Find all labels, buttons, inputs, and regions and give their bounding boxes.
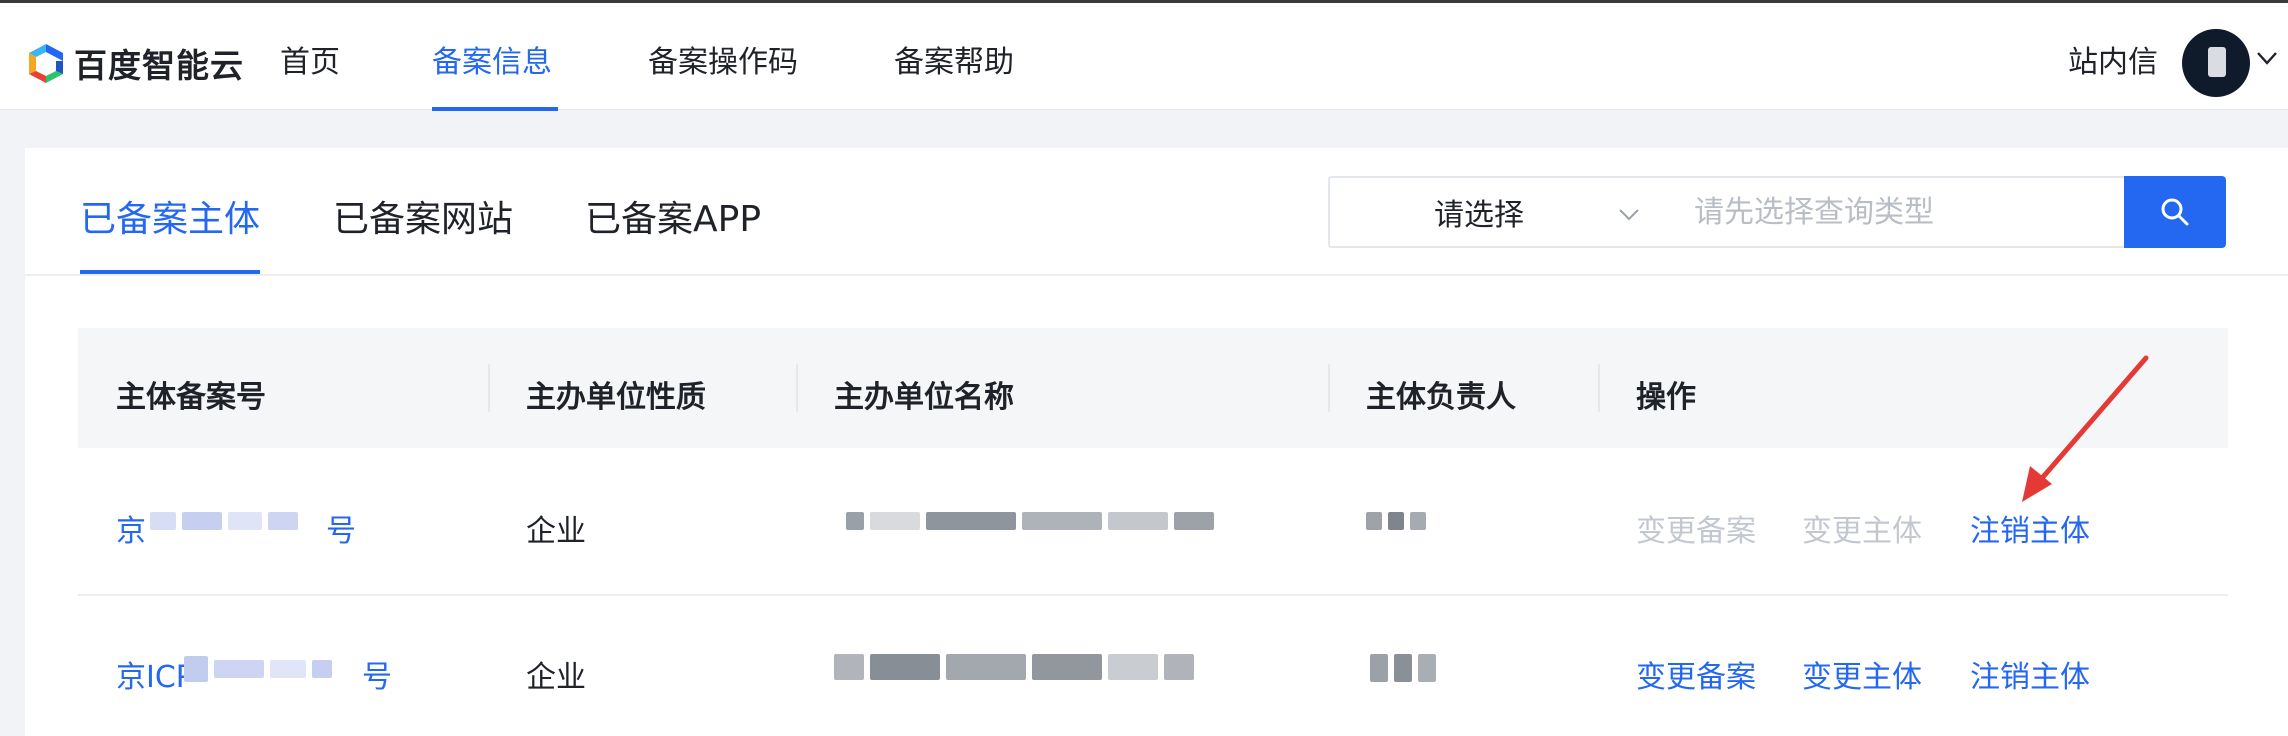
change-record-button[interactable]: 变更备案 [1636, 652, 1756, 696]
record-no-suffix[interactable]: 号 [362, 652, 392, 696]
cancel-subject-button[interactable]: 注销主体 [1970, 652, 2090, 696]
tab-registered-website[interactable]: 已备案网站 [333, 190, 513, 242]
column-separator [1598, 364, 1600, 412]
org-nature: 企业 [526, 660, 586, 695]
column-header-actions: 操作 [1636, 380, 1696, 415]
column-header-nature: 主办单位性质 [526, 380, 706, 415]
query-type-select[interactable]: 请选择 [1328, 176, 1670, 248]
user-avatar-icon[interactable] [2182, 29, 2250, 97]
change-subject-button: 变更主体 [1802, 514, 1922, 549]
record-no-prefix[interactable]: 京 [116, 506, 146, 550]
search-button[interactable] [2124, 176, 2226, 248]
nav-record-info[interactable]: 备案信息 [432, 37, 552, 81]
nav-record-help[interactable]: 备案帮助 [894, 37, 1014, 81]
record-no-prefix[interactable]: 京ICP [116, 652, 194, 696]
tab-registered-subject[interactable]: 已备案主体 [80, 190, 260, 242]
redacted-principal [1370, 654, 1436, 682]
column-separator [796, 364, 798, 412]
record-no-suffix[interactable]: 号 [326, 506, 356, 550]
baidu-cloud-logo-icon [29, 44, 63, 83]
messages-link[interactable]: 站内信 [2068, 37, 2158, 81]
search-icon [2161, 198, 2189, 226]
column-header-principal: 主体负责人 [1366, 380, 1516, 415]
nav-active-indicator [432, 107, 558, 111]
redacted-principal [1366, 512, 1426, 530]
column-separator [1328, 364, 1330, 412]
tab-registered-app[interactable]: 已备案APP [585, 190, 761, 242]
red-arrow-annotation-icon [2022, 355, 2149, 502]
redacted-org-name [834, 654, 1194, 680]
nav-record-code[interactable]: 备案操作码 [648, 37, 798, 81]
table-header [78, 328, 2228, 448]
chevron-down-icon[interactable] [2254, 45, 2280, 71]
redacted-record-no [150, 512, 298, 530]
tabs-divider [25, 274, 2288, 276]
column-header-org-name: 主办单位名称 [834, 380, 1014, 415]
query-type-select-value: 请选择 [1434, 198, 1524, 233]
change-subject-button[interactable]: 变更主体 [1802, 652, 1922, 696]
column-separator [488, 364, 490, 412]
redacted-record-no [184, 656, 332, 682]
row-divider [78, 594, 2228, 596]
column-header-record-no: 主体备案号 [116, 380, 266, 415]
top-navbar: 百度智能云 首页 备案信息 备案操作码 备案帮助 站内信 [0, 0, 2288, 111]
cancel-subject-button[interactable]: 注销主体 [1970, 506, 2090, 550]
org-nature: 企业 [526, 514, 586, 549]
nav-home[interactable]: 首页 [280, 37, 340, 81]
search-input[interactable] [1668, 176, 2126, 248]
brand-name: 百度智能云 [74, 46, 244, 85]
chevron-down-icon [1619, 209, 1639, 221]
change-record-button: 变更备案 [1636, 514, 1756, 549]
brand-logo[interactable]: 百度智能云 [24, 39, 244, 87]
redacted-org-name [846, 512, 1214, 530]
